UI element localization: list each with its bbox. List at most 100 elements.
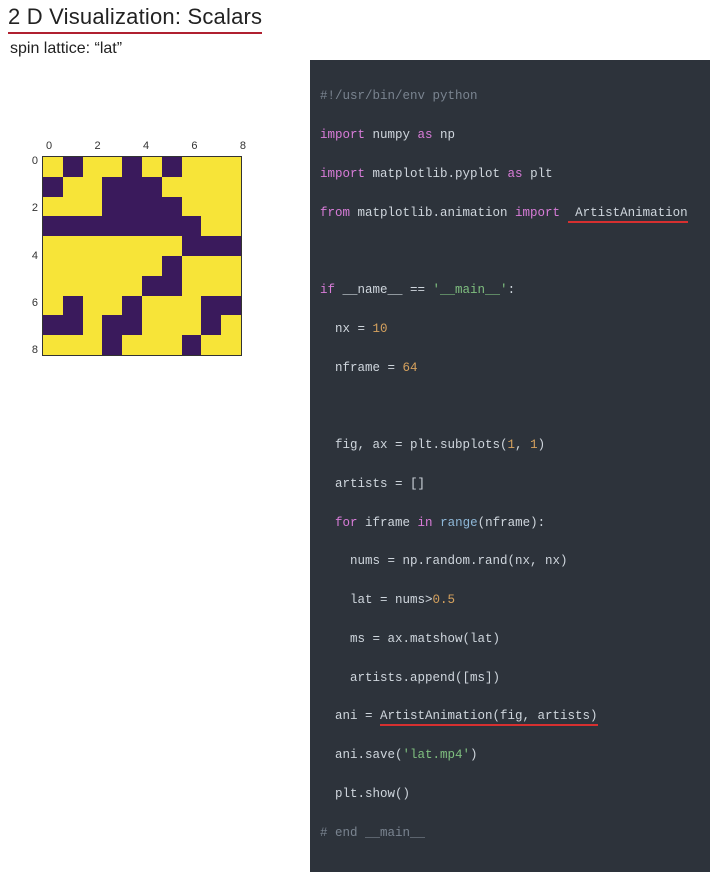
tick-y: 4	[20, 251, 38, 262]
lattice-cell	[63, 335, 83, 355]
lattice-cell	[83, 276, 103, 296]
code-text: ms = ax.matshow(lat)	[320, 632, 500, 646]
lattice-cell	[201, 236, 221, 256]
code-text: np	[433, 128, 456, 142]
code-num: 10	[373, 322, 388, 336]
lattice-cell	[83, 236, 103, 256]
lattice-cell	[142, 216, 162, 236]
lattice-cell	[201, 197, 221, 217]
code-kw: in	[418, 516, 433, 530]
lattice-cell	[122, 177, 142, 197]
lattice-cell	[182, 197, 202, 217]
plot-body: 0 2 4 6 8	[20, 156, 270, 356]
page-title: 2 D Visualization: Scalars	[8, 4, 262, 30]
lattice-cell	[182, 177, 202, 197]
lattice-cell	[182, 236, 202, 256]
lattice-cell	[63, 236, 83, 256]
lattice-cell	[201, 276, 221, 296]
lattice-cell	[83, 197, 103, 217]
code-panel: #!/usr/bin/env python import numpy as np…	[310, 60, 710, 872]
lattice-cell	[102, 197, 122, 217]
lattice-cell	[142, 256, 162, 276]
lattice-cell	[83, 177, 103, 197]
lattice-cell	[142, 276, 162, 296]
lattice-cell	[182, 216, 202, 236]
lattice-cell	[142, 236, 162, 256]
lattice-cell	[201, 177, 221, 197]
lattice-cell	[63, 315, 83, 335]
page-title-wrap: 2 D Visualization: Scalars	[8, 4, 262, 34]
lattice-cell	[182, 296, 202, 316]
lattice-cell	[83, 157, 103, 177]
lattice-cell	[182, 315, 202, 335]
code-text: iframe	[358, 516, 418, 530]
lattice-cell	[142, 197, 162, 217]
tick-x: 6	[191, 140, 197, 152]
lattice-cell	[182, 335, 202, 355]
lattice-cell	[43, 276, 63, 296]
code-kw: if	[320, 283, 335, 297]
lattice-cell	[63, 177, 83, 197]
lattice-cell	[102, 315, 122, 335]
code-comment: # end __main__	[320, 826, 425, 840]
lattice-cell	[102, 177, 122, 197]
code-text	[560, 206, 568, 220]
lattice-cell	[221, 197, 241, 217]
code-text: artists = []	[320, 477, 425, 491]
lattice-cell	[122, 296, 142, 316]
code-text: fig, ax = plt.subplots(	[320, 438, 508, 452]
lattice-cell	[201, 315, 221, 335]
code-kw: import	[515, 206, 560, 220]
lattice-cell	[122, 335, 142, 355]
tick-x: 8	[240, 140, 246, 152]
tick-y: 0	[20, 156, 38, 167]
lattice-cell	[221, 315, 241, 335]
code-text: :	[508, 283, 516, 297]
lattice-cell	[221, 177, 241, 197]
lattice-cell	[142, 296, 162, 316]
lattice-cell	[122, 236, 142, 256]
lattice-cell	[201, 256, 221, 276]
code-shebang: #!/usr/bin/env python	[320, 89, 478, 103]
code-kw: import	[320, 128, 365, 142]
lattice-cell	[182, 157, 202, 177]
lattice-cell	[122, 157, 142, 177]
code-kw: for	[335, 516, 358, 530]
code-kw: as	[418, 128, 433, 142]
lattice-plot: 0 2 4 6 8 0 2 4 6 8	[20, 140, 270, 356]
code-kw: from	[320, 206, 350, 220]
code-text: plt.show()	[320, 787, 410, 801]
code-text: nums = np.random.rand(nx, nx)	[320, 554, 568, 568]
lattice-cell	[201, 296, 221, 316]
lattice-cell	[63, 296, 83, 316]
code-text	[320, 516, 335, 530]
lattice-cell	[221, 276, 241, 296]
lattice-cell	[43, 296, 63, 316]
subtitle: spin lattice: “lat”	[10, 40, 122, 58]
lattice-cell	[63, 276, 83, 296]
code-num: 1	[508, 438, 516, 452]
lattice-cell	[221, 216, 241, 236]
code-text: matplotlib.animation	[350, 206, 515, 220]
lattice-cell	[63, 216, 83, 236]
lattice-cell	[43, 256, 63, 276]
lattice-cell	[221, 296, 241, 316]
axis-left: 0 2 4 6 8	[20, 156, 42, 356]
code-text: ani.save(	[320, 748, 403, 762]
tick-x: 4	[143, 140, 149, 152]
code-num: 1	[530, 438, 538, 452]
lattice-cell	[43, 315, 63, 335]
lattice-cell	[122, 315, 142, 335]
tick-y: 2	[20, 203, 38, 214]
lattice-cell	[182, 256, 202, 276]
lattice-cell	[162, 315, 182, 335]
code-kw: as	[508, 167, 523, 181]
lattice-cell	[162, 276, 182, 296]
lattice-cell	[182, 276, 202, 296]
lattice-cell	[162, 236, 182, 256]
lattice-cell	[102, 157, 122, 177]
lattice-cell	[83, 315, 103, 335]
lattice-cell	[122, 276, 142, 296]
code-text: nframe =	[320, 361, 403, 375]
lattice-cell	[162, 296, 182, 316]
